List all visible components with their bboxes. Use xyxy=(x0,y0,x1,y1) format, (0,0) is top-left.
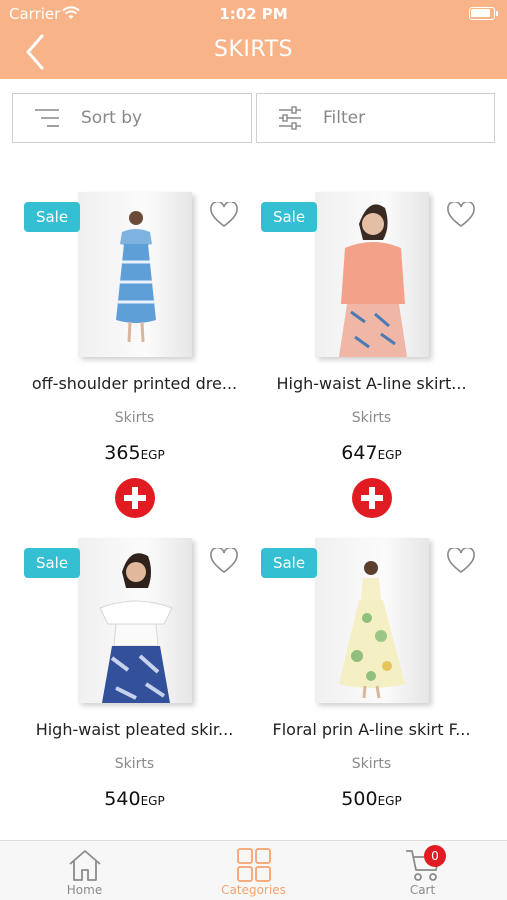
tab-categories-label: Categories xyxy=(221,883,286,897)
product-price: 540EGP xyxy=(16,788,253,810)
product-name[interactable]: High-waist A-line skirt... xyxy=(253,374,490,393)
filter-sliders-icon xyxy=(279,106,301,130)
tab-categories[interactable]: Categories xyxy=(169,841,338,900)
price-amount: 647 xyxy=(341,442,378,464)
product-category: Skirts xyxy=(351,756,392,772)
price-amount: 500 xyxy=(341,788,378,810)
product-category: Skirts xyxy=(351,410,392,426)
product-price: 500EGP xyxy=(253,788,490,810)
tab-home-label: Home xyxy=(66,883,103,897)
sort-label: Sort by xyxy=(81,108,143,128)
price-currency: EGP xyxy=(377,794,402,808)
app-header: Carrier 1:02 PM SKIRTS xyxy=(0,0,507,79)
add-to-cart-icon[interactable] xyxy=(115,478,155,518)
heart-icon[interactable] xyxy=(446,202,476,228)
product-card[interactable]: Sale Floral prin A-line skirt F... Skirt… xyxy=(253,538,490,878)
product-image[interactable] xyxy=(315,192,429,357)
filter-button[interactable]: Filter xyxy=(256,93,495,143)
tab-home[interactable]: Home xyxy=(0,841,169,900)
sort-icon xyxy=(35,109,59,127)
price-amount: 540 xyxy=(104,788,141,810)
sort-button[interactable]: Sort by xyxy=(12,93,252,143)
product-name[interactable]: Floral prin A-line skirt F... xyxy=(253,720,490,739)
price-amount: 365 xyxy=(104,442,141,464)
tab-cart[interactable]: 0 Cart xyxy=(338,841,507,900)
product-card[interactable]: Sale High-waist pleated skir... Skirts 5… xyxy=(16,538,253,878)
product-card[interactable]: Sale off-shoulder printed dre... Skirts … xyxy=(16,192,253,532)
heart-icon[interactable] xyxy=(209,202,239,228)
sale-badge: Sale xyxy=(261,548,317,578)
tab-cart-label: Cart xyxy=(409,883,436,897)
battery-icon xyxy=(469,7,498,20)
price-currency: EGP xyxy=(140,794,165,808)
sale-badge: Sale xyxy=(261,202,317,232)
product-category: Skirts xyxy=(114,756,155,772)
product-image[interactable] xyxy=(78,538,192,703)
grid-icon xyxy=(237,848,271,882)
heart-icon[interactable] xyxy=(209,548,239,574)
product-card[interactable]: Sale High-waist A-line skirt... Skirts 6… xyxy=(253,192,490,532)
product-image[interactable] xyxy=(78,192,192,357)
price-currency: EGP xyxy=(140,448,165,462)
home-icon xyxy=(69,850,101,881)
sale-badge: Sale xyxy=(24,548,80,578)
product-name[interactable]: off-shoulder printed dre... xyxy=(16,374,253,393)
product-price: 365EGP xyxy=(16,442,253,464)
heart-icon[interactable] xyxy=(446,548,476,574)
sort-filter-bar: Sort by Filter xyxy=(12,93,495,143)
status-bar: Carrier 1:02 PM xyxy=(0,0,507,28)
add-to-cart-icon[interactable] xyxy=(352,478,392,518)
price-currency: EGP xyxy=(377,448,402,462)
bottom-tab-bar: Home Categories 0 Cart xyxy=(0,840,507,900)
product-name[interactable]: High-waist pleated skir... xyxy=(16,720,253,739)
product-image[interactable] xyxy=(315,538,429,703)
sale-badge: Sale xyxy=(24,202,80,232)
product-price: 647EGP xyxy=(253,442,490,464)
cart-count-badge: 0 xyxy=(424,845,446,867)
filter-label: Filter xyxy=(323,108,366,128)
product-category: Skirts xyxy=(114,410,155,426)
page-title: SKIRTS xyxy=(214,37,293,62)
clock: 1:02 PM xyxy=(219,5,288,23)
